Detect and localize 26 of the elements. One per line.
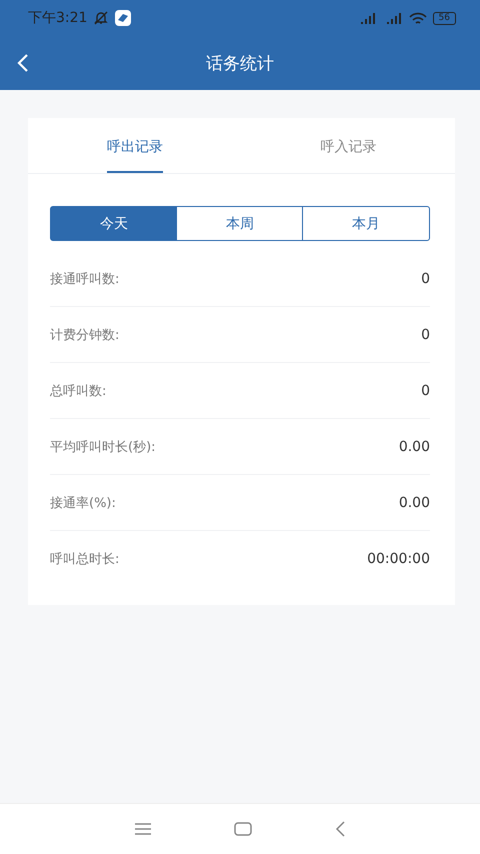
stat-label: 平均呼叫时长(秒): [50,438,156,456]
stat-value: 0.00 [398,438,430,454]
stat-value: 0 [421,326,430,342]
status-time: 下午3:21 [28,9,88,27]
stat-label: 接通率(%): [50,494,116,512]
stat-value: 0 [421,270,430,286]
stat-label: 计费分钟数: [50,326,120,344]
battery-level: 56 [432,12,456,24]
stat-value: 0 [421,382,430,398]
back-icon[interactable] [334,821,346,837]
period-tab[interactable]: 本月 [302,206,430,241]
period-tab[interactable]: 本周 [176,206,304,241]
stat-value: 0.00 [398,494,430,510]
muted-bell-icon [93,11,110,25]
stat-label: 呼叫总时长: [50,550,120,568]
wifi-icon [408,12,427,24]
page-title: 话务统计 [206,52,274,74]
app-icon [115,10,132,26]
stat-value: 00:00:00 [367,550,430,566]
stat-label: 总呼叫数: [50,382,106,400]
tab[interactable]: 呼入记录 [242,118,455,173]
period-tab[interactable]: 今天 [50,206,178,241]
stat-label: 接通呼叫数: [50,270,120,288]
menu-icon[interactable] [134,822,152,836]
home-icon[interactable] [234,821,252,837]
tab[interactable]: 呼出记录 [28,118,242,173]
